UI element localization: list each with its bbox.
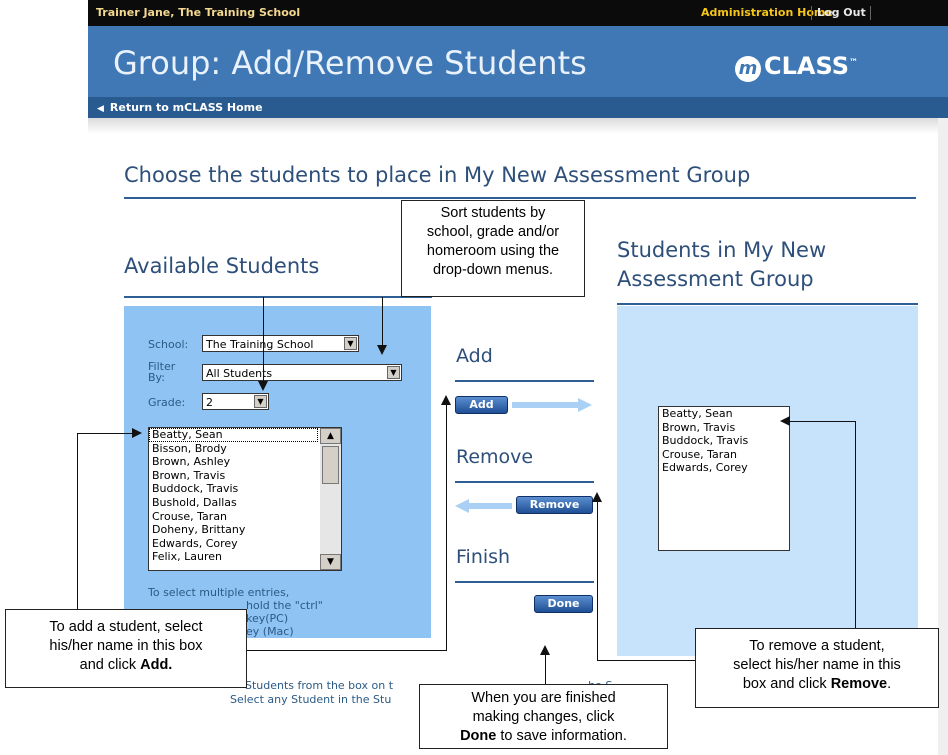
header-shadow <box>88 118 948 134</box>
divider <box>870 6 871 20</box>
divider <box>811 6 812 20</box>
section-heading: Choose the students to place in My New A… <box>124 163 751 187</box>
list-item[interactable]: Beatty, Sean <box>659 407 789 421</box>
mclass-logo: m CLASS™ <box>735 52 858 82</box>
arrowhead-icon <box>377 345 387 355</box>
heading-rule <box>124 197 916 199</box>
list-item[interactable]: Brown, Ashley <box>149 455 341 469</box>
arrowhead-icon <box>780 416 790 426</box>
right-arrow-head <box>578 398 592 412</box>
callout-line <box>446 405 447 651</box>
list-item[interactable]: Buddock, Travis <box>149 482 341 496</box>
available-students-list[interactable]: Beatty, Sean Bisson, Brody Brown, Ashley… <box>148 427 342 571</box>
log-out-link[interactable]: Log Out <box>817 6 866 19</box>
callout-line <box>382 297 383 345</box>
callout-line <box>77 433 132 434</box>
user-name: Trainer Jane, The Training School <box>96 6 301 19</box>
list-item[interactable]: Brown, Travis <box>149 469 341 483</box>
school-label: School: <box>148 338 189 351</box>
add-button[interactable]: Add <box>455 396 508 414</box>
list-item[interactable]: Bushold, Dallas <box>149 496 341 510</box>
list-item[interactable]: Doheny, Brittany <box>149 523 341 537</box>
chevron-down-icon: ▼ <box>254 395 267 408</box>
arrowhead-icon <box>592 492 602 502</box>
grade-select[interactable]: 2 ▼ <box>202 393 269 410</box>
arrowhead-icon <box>540 645 550 655</box>
scroll-up-icon[interactable]: ▲ <box>320 428 341 444</box>
arrowhead-icon <box>441 395 451 405</box>
triangle-left-icon: ◀ <box>97 104 104 114</box>
available-rule <box>124 296 432 298</box>
left-arrow-icon <box>455 499 469 513</box>
return-home-link[interactable]: ◀ Return to mCLASS Home <box>97 101 263 114</box>
callout-line <box>545 655 546 684</box>
remove-rule <box>455 481 594 483</box>
filter-label: Filter By: <box>148 360 176 384</box>
callout-line <box>247 650 447 651</box>
scroll-down-icon[interactable]: ▼ <box>320 554 341 570</box>
list-item[interactable]: Edwards, Corey <box>659 461 789 475</box>
callout-line <box>263 297 264 381</box>
list-item[interactable]: Buddock, Travis <box>659 434 789 448</box>
scroll-thumb[interactable] <box>322 446 339 484</box>
sort-callout: Sort students by school, grade and/or ho… <box>401 200 585 297</box>
grade-label: Grade: <box>148 396 186 409</box>
finish-section-title: Finish <box>456 546 511 568</box>
right-arrow-icon <box>512 402 582 408</box>
list-item[interactable]: Edwards, Corey <box>149 537 341 551</box>
list-item[interactable]: Brown, Travis <box>659 421 789 435</box>
available-students-title: Available Students <box>124 254 320 278</box>
arrowhead-icon <box>258 381 268 391</box>
callout-line <box>790 421 855 422</box>
add-rule <box>455 380 594 382</box>
finish-rule <box>455 581 594 583</box>
list-item[interactable]: Bisson, Brody <box>149 442 341 456</box>
add-section-title: Add <box>456 345 493 367</box>
done-callout: When you are finished making changes, cl… <box>419 684 668 749</box>
remove-button[interactable]: Remove <box>516 496 593 514</box>
remove-section-title: Remove <box>456 446 534 468</box>
done-button[interactable]: Done <box>534 595 593 613</box>
callout-line <box>77 433 78 609</box>
group-rule <box>617 303 918 305</box>
filter-select[interactable]: All Students ▼ <box>202 364 402 381</box>
callout-line <box>855 421 856 628</box>
chevron-down-icon: ▼ <box>387 366 400 379</box>
administration-home-link[interactable]: Administration Home <box>701 6 833 19</box>
page-title: Group: Add/Remove Students <box>113 44 587 82</box>
arrowhead-icon <box>132 428 142 438</box>
right-edge-stripe <box>938 118 948 755</box>
list-item[interactable]: Crouse, Taran <box>149 510 341 524</box>
add-callout: To add a student, select his/her name in… <box>5 609 247 688</box>
list-item[interactable]: Felix, Lauren <box>149 550 341 564</box>
list-item[interactable]: Crouse, Taran <box>659 448 789 462</box>
school-select[interactable]: The Training School ▼ <box>202 335 359 352</box>
remove-callout: To remove a student, select his/her name… <box>695 628 939 708</box>
group-students-title: Students in My New Assessment Group <box>617 238 827 291</box>
callout-line <box>597 660 695 661</box>
chevron-down-icon: ▼ <box>344 337 357 350</box>
left-arrow-shaft <box>468 503 512 509</box>
callout-line <box>597 502 598 661</box>
group-students-list[interactable]: Beatty, Sean Brown, Travis Buddock, Trav… <box>658 406 790 551</box>
list-item[interactable]: Beatty, Sean <box>149 428 318 442</box>
